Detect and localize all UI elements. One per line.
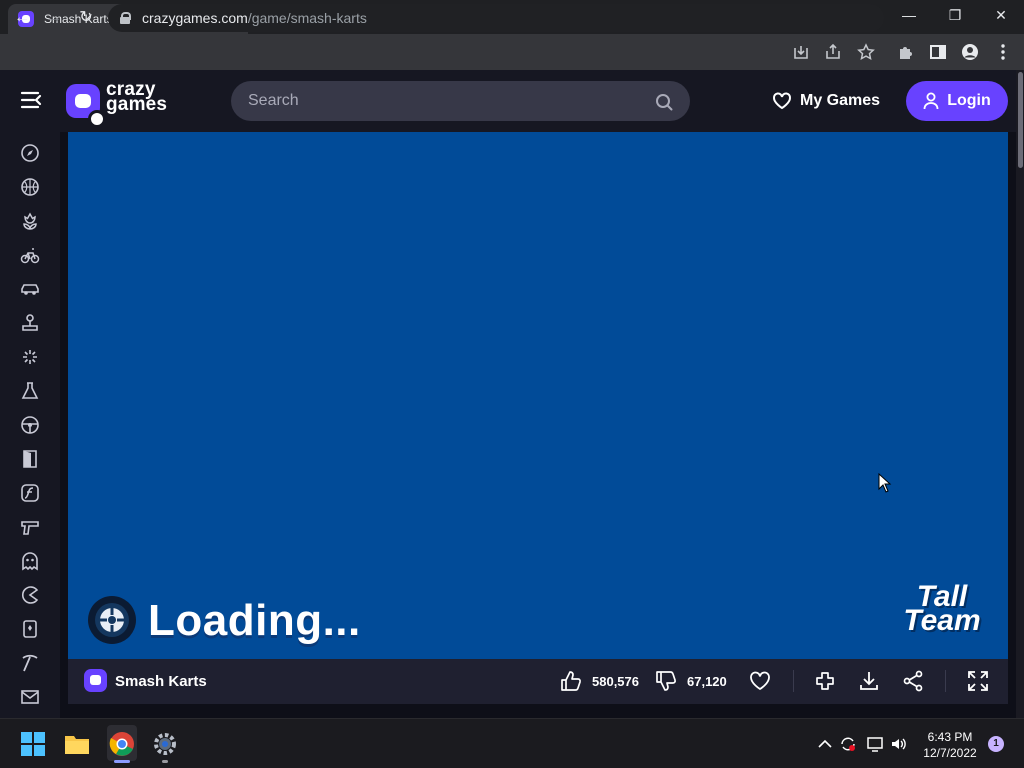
joystick-icon[interactable] bbox=[20, 313, 40, 333]
flower-icon[interactable] bbox=[20, 211, 40, 231]
game-thumbnail-icon bbox=[84, 669, 107, 692]
ghost-icon[interactable] bbox=[20, 551, 40, 571]
bicycle-icon[interactable] bbox=[20, 245, 40, 265]
minimize-window-button[interactable]: — bbox=[894, 4, 924, 26]
page-scrollbar[interactable] bbox=[1016, 70, 1024, 718]
file-explorer-icon[interactable] bbox=[64, 731, 90, 757]
crazygames-logo-icon bbox=[66, 84, 106, 128]
forward-button[interactable]: → bbox=[42, 7, 66, 29]
user-icon bbox=[923, 92, 939, 110]
active-app-indicator bbox=[114, 760, 130, 763]
heart-icon bbox=[773, 92, 791, 110]
search-bar[interactable] bbox=[231, 81, 690, 121]
url-host: crazygames.com bbox=[142, 10, 248, 26]
url-path: /game/smash-karts bbox=[247, 10, 367, 26]
pacman-icon[interactable] bbox=[20, 585, 40, 605]
side-panel-icon[interactable] bbox=[929, 43, 947, 61]
steering-wheel-icon[interactable] bbox=[20, 415, 40, 435]
game-bar-divider bbox=[945, 670, 946, 692]
search-icon[interactable] bbox=[655, 93, 673, 111]
logo-text: crazy games bbox=[106, 80, 168, 115]
car-icon[interactable] bbox=[20, 279, 40, 299]
tall-team-logo: Tall Team bbox=[894, 582, 990, 637]
extensions-icon[interactable] bbox=[897, 43, 915, 61]
favorite-heart-icon[interactable] bbox=[749, 670, 771, 692]
game-title: Smash Karts bbox=[115, 673, 207, 690]
loading-text: Loading... bbox=[148, 596, 361, 645]
thumbs-up-icon[interactable] bbox=[560, 670, 582, 692]
flash-icon[interactable] bbox=[20, 483, 40, 503]
dislikes-count: 67,120 bbox=[687, 674, 727, 689]
likes-count: 580,576 bbox=[592, 674, 639, 689]
network-icon[interactable] bbox=[866, 736, 884, 752]
logo-text-line2: games bbox=[106, 94, 168, 115]
close-window-button[interactable]: ✕ bbox=[986, 4, 1016, 26]
basketball-icon[interactable] bbox=[20, 177, 40, 197]
login-label: Login bbox=[947, 92, 991, 109]
wheel-icon bbox=[88, 596, 136, 644]
mouse-cursor-icon bbox=[878, 473, 892, 493]
compass-icon[interactable] bbox=[20, 143, 40, 163]
mail-icon[interactable] bbox=[20, 687, 40, 707]
scrollbar-thumb[interactable] bbox=[1018, 72, 1023, 168]
install-app-icon[interactable] bbox=[792, 43, 810, 61]
show-hidden-icons-chevron-icon[interactable] bbox=[816, 736, 834, 752]
share-icon[interactable] bbox=[824, 43, 842, 61]
game-canvas[interactable] bbox=[68, 132, 1008, 659]
settings-gear-icon[interactable] bbox=[152, 731, 178, 757]
report-bug-icon[interactable] bbox=[814, 670, 836, 692]
share-game-icon[interactable] bbox=[902, 670, 924, 692]
my-games-label: My Games bbox=[800, 92, 881, 109]
volume-icon[interactable] bbox=[890, 736, 908, 752]
download-icon[interactable] bbox=[858, 670, 880, 692]
card-icon[interactable] bbox=[20, 619, 40, 639]
my-games-button[interactable]: My Games bbox=[772, 88, 880, 114]
chrome-menu-icon[interactable] bbox=[994, 43, 1012, 61]
fullscreen-icon[interactable] bbox=[967, 670, 989, 692]
clock-date: 12/7/2022 bbox=[923, 746, 977, 760]
bookmark-star-icon[interactable] bbox=[857, 43, 875, 61]
door-icon[interactable] bbox=[20, 449, 40, 469]
sparkle-icon[interactable] bbox=[20, 347, 40, 367]
back-button[interactable]: ← bbox=[10, 7, 34, 29]
studio-line2: Team bbox=[903, 604, 981, 637]
search-input[interactable] bbox=[231, 81, 651, 121]
restore-window-button[interactable]: ❐ bbox=[940, 4, 970, 26]
chrome-icon[interactable] bbox=[109, 731, 135, 757]
running-app-indicator bbox=[162, 760, 168, 763]
lock-icon[interactable] bbox=[120, 12, 131, 24]
thumbs-down-icon[interactable] bbox=[655, 670, 677, 692]
profile-icon[interactable] bbox=[961, 43, 979, 61]
crazygames-logo[interactable]: crazy games bbox=[66, 80, 176, 128]
gun-icon[interactable] bbox=[20, 517, 40, 537]
reload-button[interactable]: ↻ bbox=[74, 7, 98, 29]
sync-icon[interactable] bbox=[839, 736, 857, 752]
address-bar[interactable]: crazygames.com/game/smash-karts bbox=[108, 4, 884, 32]
pickaxe-icon[interactable] bbox=[20, 653, 40, 673]
taskbar-clock[interactable]: 6:43 PM 12/7/2022 bbox=[918, 729, 982, 761]
game-bar-divider bbox=[793, 670, 794, 692]
windows-start-icon[interactable] bbox=[20, 731, 46, 757]
clock-time: 6:43 PM bbox=[927, 730, 973, 744]
sidebar-toggle-button[interactable] bbox=[20, 90, 42, 110]
page-content-below bbox=[68, 704, 1008, 718]
flask-icon[interactable] bbox=[20, 381, 40, 401]
notification-badge[interactable]: 1 bbox=[988, 736, 1004, 752]
login-button[interactable]: Login bbox=[906, 81, 1008, 121]
